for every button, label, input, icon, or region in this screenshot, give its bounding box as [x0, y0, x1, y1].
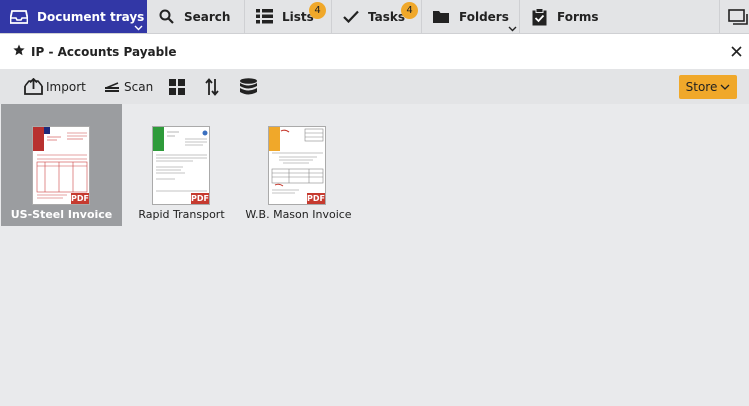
toolbar: Import Scan [0, 69, 749, 104]
chevron-down-icon [508, 21, 517, 35]
search-icon [159, 9, 174, 24]
nav-document-trays-label: Document trays [37, 9, 145, 24]
nav-folders-label: Folders [459, 9, 509, 24]
chevron-down-icon [134, 20, 143, 34]
tasks-count-badge: 4 [401, 2, 418, 19]
document-thumbnail: PDF [268, 126, 326, 205]
pdf-badge: PDF [71, 193, 89, 204]
sort-button[interactable] [205, 69, 219, 104]
document-label: Rapid Transport [138, 208, 225, 221]
store-label: Store [685, 80, 718, 94]
tray-title-bar: IP - Accounts Payable [0, 34, 749, 69]
view-mode-button[interactable] [169, 69, 185, 104]
nav-tasks-label: Tasks [368, 9, 406, 24]
document-item[interactable]: PDF US-Steel Invoice [1, 104, 122, 226]
list-icon [256, 9, 273, 24]
tray-icon [10, 9, 28, 24]
import-icon [24, 78, 43, 95]
page-title: IP - Accounts Payable [31, 45, 177, 59]
nav-tasks[interactable]: Tasks 4 [332, 0, 422, 33]
document-area: PDF US-Steel Invoice PDF Rapid Transport [0, 104, 749, 406]
document-thumbnail: PDF [152, 126, 210, 205]
storage-button[interactable] [239, 69, 258, 104]
nav-document-trays[interactable]: Document trays [0, 0, 147, 33]
window-icon [728, 8, 748, 25]
window-button[interactable] [719, 0, 749, 33]
sort-icon [205, 77, 219, 96]
import-button[interactable]: Import [24, 69, 86, 104]
checkmark-icon [343, 10, 359, 23]
nav-forms[interactable]: Forms [520, 0, 606, 33]
scan-button[interactable]: Scan [104, 69, 153, 104]
nav-lists[interactable]: Lists 4 [245, 0, 332, 33]
nav-folders[interactable]: Folders [422, 0, 520, 33]
grid-view-icon [169, 78, 185, 95]
nav-search-label: Search [184, 9, 231, 24]
document-thumbnail: PDF [32, 126, 90, 205]
store-button[interactable]: Store [679, 75, 737, 99]
pdf-badge: PDF [307, 193, 325, 204]
document-item[interactable]: PDF Rapid Transport [121, 104, 242, 226]
database-icon [239, 77, 258, 96]
scan-label: Scan [124, 79, 154, 94]
clipboard-icon [532, 7, 547, 26]
nav-search[interactable]: Search [147, 0, 245, 33]
import-label: Import [46, 79, 86, 94]
document-label: W.B. Mason Invoice [245, 208, 352, 221]
folder-icon [433, 10, 449, 23]
lists-count-badge: 4 [309, 2, 326, 19]
document-label: US-Steel Invoice [10, 208, 113, 221]
top-navigation: Document trays Search Lists 4 Tasks 4 Fo… [0, 0, 749, 34]
scanner-icon [104, 81, 120, 92]
pdf-badge: PDF [191, 193, 209, 204]
close-icon[interactable] [731, 46, 742, 60]
star-icon[interactable] [13, 44, 25, 59]
document-item[interactable]: PDF W.B. Mason Invoice [238, 104, 359, 226]
nav-forms-label: Forms [557, 9, 599, 24]
chevron-down-icon [720, 84, 730, 90]
